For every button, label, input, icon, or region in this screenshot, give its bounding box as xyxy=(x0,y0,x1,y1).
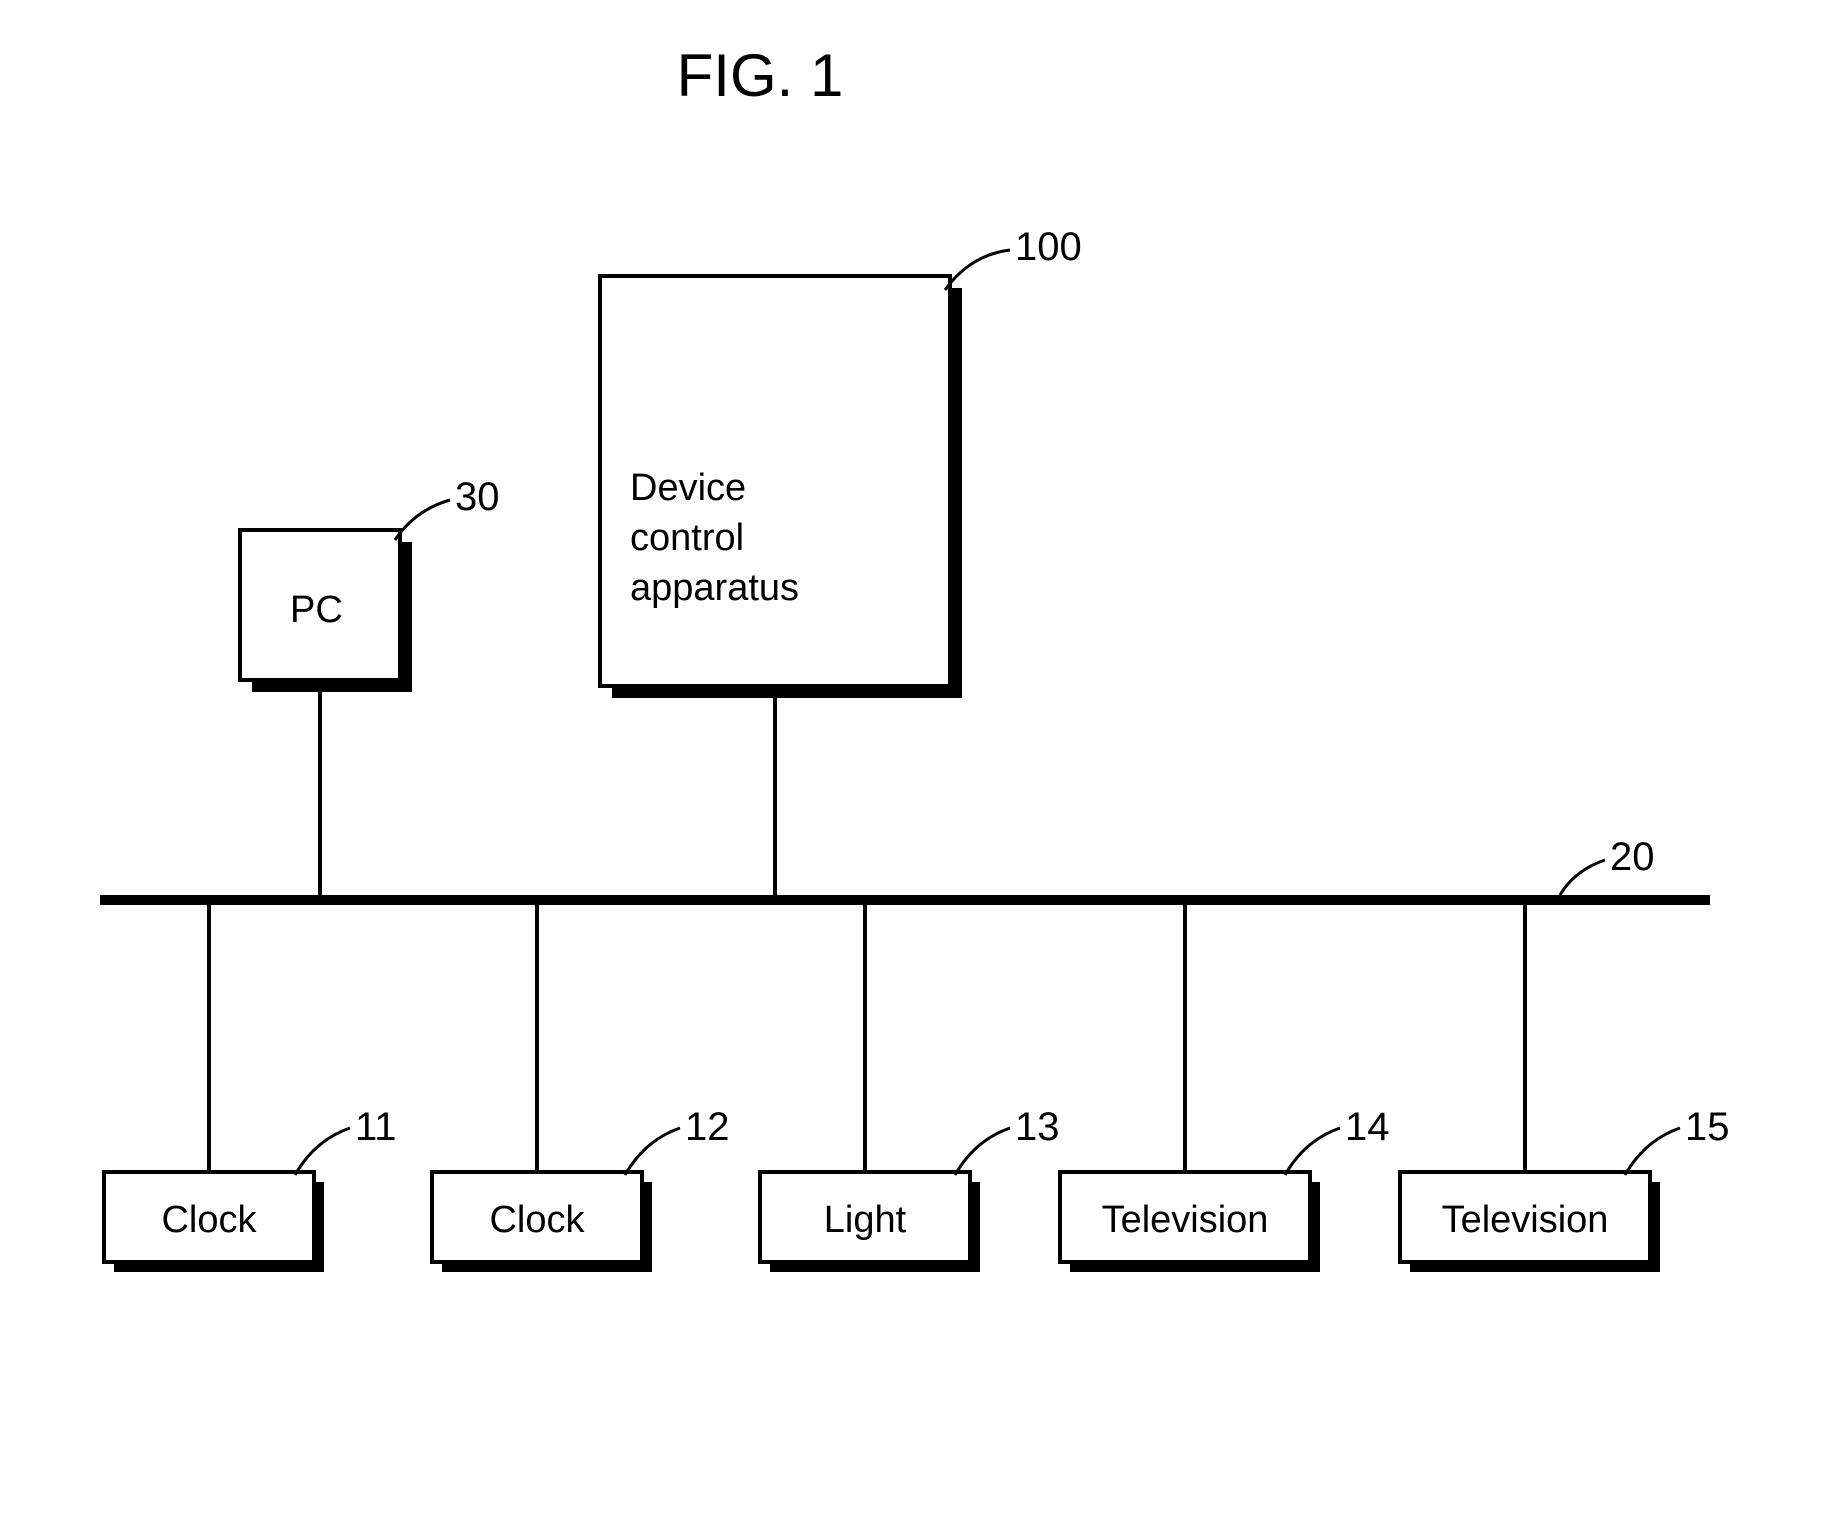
node-dca-label-line3: apparatus xyxy=(630,567,799,609)
node-pc-label: PC xyxy=(290,589,343,631)
light-ref-leader xyxy=(955,1128,1010,1175)
clock2-ref-leader xyxy=(625,1128,680,1175)
node-clock1-ref: 11 xyxy=(355,1105,397,1149)
node-clock1: Clock 11 xyxy=(104,1105,397,1272)
node-clock2: Clock 12 xyxy=(432,1105,730,1272)
node-tv2: Television 15 xyxy=(1400,1105,1730,1272)
dca-ref-leader xyxy=(945,250,1010,290)
node-light-label: Light xyxy=(824,1199,907,1241)
node-dca-ref: 100 xyxy=(1015,225,1082,269)
figure-title: FIG. 1 xyxy=(677,42,844,109)
pc-ref-leader xyxy=(395,500,450,540)
tv1-ref-leader xyxy=(1285,1128,1340,1175)
clock1-ref-leader xyxy=(295,1128,350,1175)
node-clock1-label: Clock xyxy=(161,1199,257,1241)
node-tv1-ref: 14 xyxy=(1345,1105,1390,1149)
node-clock2-ref: 12 xyxy=(685,1105,730,1149)
tv2-ref-leader xyxy=(1625,1128,1680,1175)
node-dca-label-line1: Device xyxy=(630,467,746,509)
node-pc: PC 30 xyxy=(240,475,500,692)
node-dca-label-line2: control xyxy=(630,517,744,559)
node-light: Light 13 xyxy=(760,1105,1060,1272)
bus-ref: 20 xyxy=(1610,835,1655,879)
node-clock2-label: Clock xyxy=(489,1199,585,1241)
node-tv2-ref: 15 xyxy=(1685,1105,1730,1149)
bus-ref-leader xyxy=(1560,860,1605,895)
node-pc-ref: 30 xyxy=(455,475,500,519)
node-tv2-label: Television xyxy=(1442,1199,1609,1241)
node-light-ref: 13 xyxy=(1015,1105,1060,1149)
node-dca: Device control apparatus 100 xyxy=(600,225,1082,698)
diagram-canvas: FIG. 1 20 Device control apparatus 100 P… xyxy=(0,0,1840,1539)
node-tv1-label: Television xyxy=(1102,1199,1269,1241)
node-tv1: Television 14 xyxy=(1060,1105,1390,1272)
